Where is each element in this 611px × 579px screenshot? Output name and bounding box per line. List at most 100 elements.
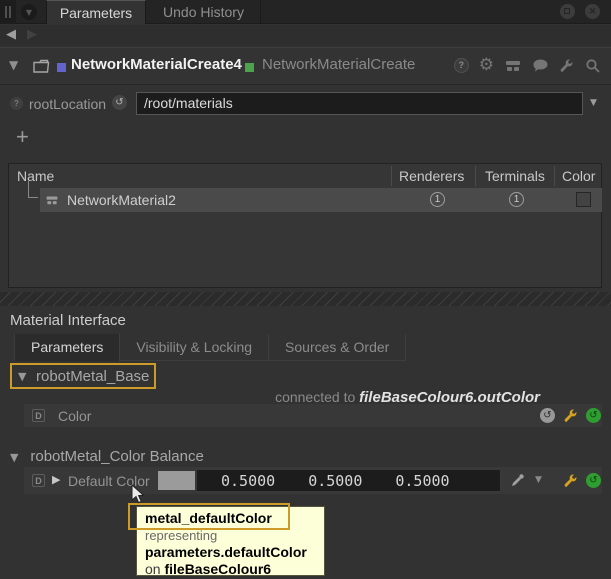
row-expander[interactable]: ▶	[52, 474, 60, 485]
material-interface-tabs: Parameters Visibility & Locking Sources …	[14, 334, 406, 361]
col-terminals[interactable]: Terminals	[485, 168, 545, 184]
maximize-icon	[564, 8, 570, 14]
comment-icon[interactable]	[532, 58, 549, 73]
gear-icon: ⚙	[479, 55, 494, 75]
pane-menu-button[interactable]: ▼	[21, 4, 37, 20]
back-icon: ◀	[6, 27, 16, 42]
color-checkbox[interactable]	[576, 192, 591, 207]
swatch-dropdown[interactable]: ▼	[535, 476, 542, 485]
node-state-chip-green	[245, 63, 254, 72]
default-state-badge: D	[32, 474, 45, 487]
default-state-badge: D	[32, 409, 45, 422]
tooltip-param-path: parameters.defaultColor	[145, 544, 316, 561]
tooltip-title-highlight	[128, 503, 290, 530]
materials-table: Name Renderers Terminals Color NetworkMa…	[8, 163, 602, 288]
pane-menu-icon: ▼	[26, 8, 32, 17]
color-param-row[interactable]: D Color ↺ ↺	[24, 404, 602, 427]
help-icon: ?	[459, 60, 465, 70]
tab-undo-history[interactable]: Undo History	[147, 0, 261, 24]
pane-splitter[interactable]	[0, 292, 611, 306]
chevron-down-icon: ▼	[590, 98, 597, 108]
question-icon: ?	[14, 99, 19, 108]
forward-icon: ▶	[27, 27, 37, 42]
add-material-button[interactable]: +	[16, 124, 29, 150]
rootlocation-label: rootLocation	[29, 96, 106, 112]
value-b[interactable]: 0.5000	[395, 472, 449, 490]
node-collapse-toggle[interactable]: ▼	[9, 59, 18, 71]
revert-button[interactable]: ↺	[540, 408, 555, 423]
subtab-label: Parameters	[31, 339, 103, 355]
revert-icon: ↺	[589, 410, 597, 421]
revert-icon: ↺	[115, 97, 123, 108]
node-color-chip-blue	[57, 63, 66, 72]
nav-forward-button[interactable]: ▶	[27, 28, 37, 41]
enabled-toggle[interactable]: ↺	[586, 408, 601, 423]
table-header: Name Renderers Terminals Color	[9, 164, 601, 188]
material-name: NetworkMaterial2	[67, 192, 176, 208]
group-collapse-icon[interactable]: ▼	[18, 371, 26, 382]
material-interface-title: Material Interface	[10, 312, 126, 329]
plus-icon: +	[16, 124, 29, 149]
search-icon[interactable]	[585, 58, 601, 74]
group-collapse-icon[interactable]: ▼	[10, 451, 18, 464]
subtab-sources-order[interactable]: Sources & Order	[269, 334, 406, 361]
wrench-button[interactable]	[563, 408, 579, 424]
close-pane-button[interactable]: ✕	[585, 4, 600, 19]
float-pane-button[interactable]	[560, 4, 575, 19]
col-color[interactable]: Color	[562, 168, 595, 184]
color-values-field[interactable]: 0.5000 0.5000 0.5000	[196, 469, 501, 492]
value-g[interactable]: 0.5000	[308, 472, 362, 490]
rootlocation-input[interactable]: /root/materials	[136, 92, 583, 115]
revert-icon: ↺	[589, 475, 597, 486]
subtab-label: Visibility & Locking	[136, 339, 252, 355]
group-name: robotMetal_Base	[36, 368, 149, 385]
history-nav-row: ◀ ▶	[0, 25, 611, 46]
wrench-button[interactable]	[563, 473, 579, 489]
eyedropper-button[interactable]	[510, 472, 526, 488]
tree-branch	[28, 181, 38, 198]
rootlocation-value: /root/materials	[144, 95, 233, 111]
group-header-robotmetal-base[interactable]: ▼ robotMetal_Base	[10, 363, 156, 389]
enabled-toggle[interactable]: ↺	[586, 473, 601, 488]
help-button[interactable]: ?	[454, 58, 469, 73]
close-icon: ✕	[589, 6, 597, 16]
tab-label: Undo History	[163, 4, 244, 20]
node-type: NetworkMaterialCreate	[262, 56, 415, 73]
node-header: ▼ NetworkMaterialCreate4 NetworkMaterial…	[0, 47, 611, 85]
param-state-badge[interactable]: ↺	[112, 95, 127, 110]
wrench-icon[interactable]	[559, 58, 575, 74]
window-tab-bar: ▼ Parameters Undo History ✕	[0, 0, 611, 24]
revert-icon: ↺	[543, 410, 551, 421]
rootlocation-dropdown[interactable]: ▼	[590, 99, 597, 108]
chevron-down-icon: ▼	[535, 475, 542, 485]
subtab-label: Sources & Order	[285, 339, 389, 355]
param-help-icon: ?	[10, 97, 23, 110]
nodegraph-icon[interactable]	[504, 58, 522, 73]
triangle-down-icon: ▼	[9, 58, 18, 72]
tooltip-node-name: fileBaseColour6	[164, 561, 271, 577]
subtab-visibility-locking[interactable]: Visibility & Locking	[120, 334, 269, 361]
mouse-cursor	[131, 484, 146, 505]
tab-label: Parameters	[60, 5, 132, 21]
terminals-count-badge: 1	[509, 192, 524, 207]
connected-prefix: connected to	[275, 389, 355, 405]
settings-button[interactable]: ⚙	[479, 57, 494, 74]
triangle-right-icon: ▶	[52, 473, 60, 486]
group-name: robotMetal_Color Balance	[30, 448, 203, 465]
value-r[interactable]: 0.5000	[221, 472, 275, 490]
pane-drag-handle[interactable]	[0, 0, 16, 24]
networkmaterial-icon	[45, 194, 59, 206]
color-param-label: Color	[58, 408, 91, 424]
tab-parameters[interactable]: Parameters	[46, 0, 146, 24]
renderers-count-badge: 1	[430, 192, 445, 207]
default-color-param-row[interactable]: D ▶ Default Color 0.5000 0.5000 0.5000 ▼…	[24, 467, 602, 494]
col-renderers[interactable]: Renderers	[399, 168, 464, 184]
node-name: NetworkMaterialCreate4	[71, 56, 242, 73]
table-row[interactable]: NetworkMaterial2 1 1	[40, 188, 602, 212]
color-swatch[interactable]	[158, 471, 195, 490]
nav-back-button[interactable]: ◀	[6, 28, 16, 41]
tooltip-on-prefix: on	[145, 561, 161, 577]
subtab-parameters[interactable]: Parameters	[14, 334, 120, 361]
node-header-toolbar: ? ⚙	[454, 57, 601, 74]
folder-icon	[32, 58, 50, 74]
